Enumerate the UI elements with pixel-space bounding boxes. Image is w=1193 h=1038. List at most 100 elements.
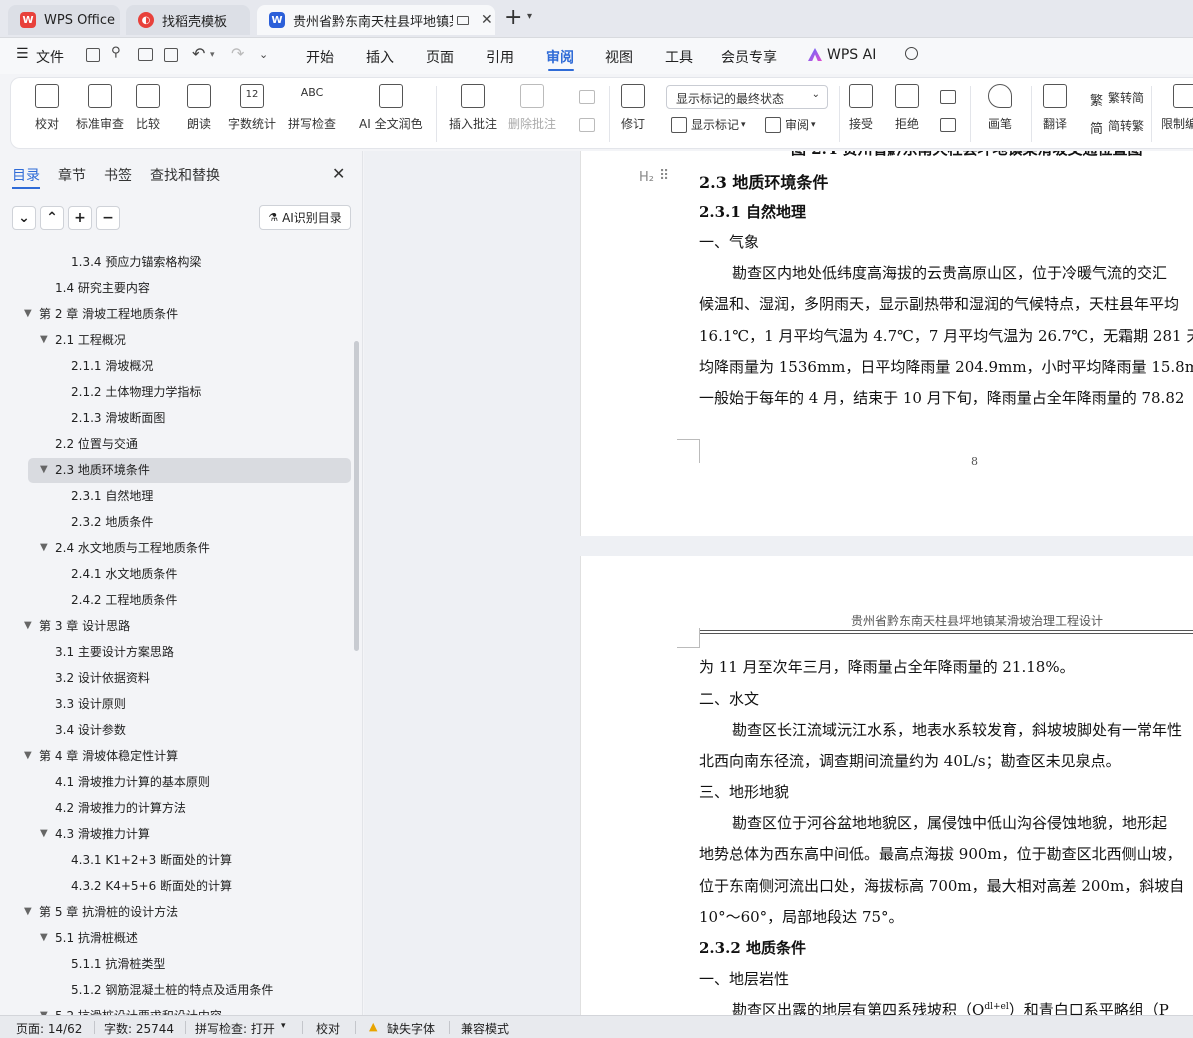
toc-item[interactable]: ▼ 2.4 水文地质与工程地质条件 <box>0 535 355 561</box>
spell-check-status[interactable]: 拼写检查: 打开 <box>195 1020 275 1037</box>
proofread-status[interactable]: 校对 <box>316 1020 340 1037</box>
word-count[interactable]: 字数: 25744 <box>104 1020 174 1037</box>
new-tab-button[interactable]: + <box>504 5 522 30</box>
toc-item[interactable]: ▼ 5.1 抗滑桩概述 <box>0 925 355 951</box>
ai-polish-button[interactable]: AI 全文润色 <box>359 84 423 132</box>
toc-item[interactable]: 3.4 设计参数 <box>0 717 355 743</box>
more-chevron-icon[interactable]: ⌄ <box>259 48 268 61</box>
spell-check-button[interactable]: ABC 拼写检查 <box>288 84 336 132</box>
toc-item[interactable]: 3.2 设计依据资料 <box>0 665 355 691</box>
translate-button[interactable]: 翻译 <box>1043 84 1067 132</box>
expand-arrow-icon[interactable]: ▼ <box>40 1003 48 1015</box>
share-icon[interactable]: ⚲ <box>111 45 121 60</box>
heading-level-marker[interactable]: H₂ <box>639 170 654 185</box>
menu-home[interactable]: 开始 <box>306 47 334 67</box>
expand-arrow-icon[interactable]: ▼ <box>40 925 48 951</box>
toc-item[interactable]: 4.3.2 K4+5+6 断面处的计算 <box>0 873 355 899</box>
word-count-button[interactable]: 12 字数统计 <box>228 84 276 132</box>
expand-arrow-icon[interactable]: ▼ <box>40 327 48 353</box>
toc-item[interactable]: 2.4.1 水文地质条件 <box>0 561 355 587</box>
expand-arrow-icon[interactable]: ▼ <box>40 821 48 847</box>
missing-font-status[interactable]: 缺失字体 <box>387 1020 435 1037</box>
expand-arrow-icon[interactable]: ▼ <box>24 301 32 327</box>
expand-arrow-icon[interactable]: ▼ <box>40 535 48 561</box>
ai-recognize-toc-button[interactable]: ⚗ AI识别目录 <box>259 205 351 230</box>
print-icon[interactable] <box>138 48 153 61</box>
toc-item[interactable]: 3.1 主要设计方案思路 <box>0 639 355 665</box>
expand-arrow-icon[interactable]: ▼ <box>24 743 32 769</box>
traditional-to-simplified-button[interactable]: 繁繁转简 <box>1090 89 1144 109</box>
tab-templates[interactable]: ◐ 找稻壳模板 <box>126 5 250 35</box>
expand-arrow-icon[interactable]: ▼ <box>40 457 48 483</box>
hamburger-icon[interactable]: ☰ <box>16 46 29 62</box>
toc-item[interactable]: 4.3.1 K1+2+3 断面处的计算 <box>0 847 355 873</box>
standard-review-button[interactable]: 标准审查 <box>76 84 124 132</box>
toc-item[interactable]: 2.3.2 地质条件 <box>0 509 355 535</box>
tab-toc[interactable]: 目录 <box>12 165 40 185</box>
toc-item[interactable]: ▼ 第 3 章 设计思路 <box>0 613 355 639</box>
undo-menu-icon[interactable]: ▾ <box>210 50 215 60</box>
remove-heading-button[interactable]: − <box>96 206 120 230</box>
close-tab-icon[interactable]: ✕ <box>481 12 493 28</box>
toc-item[interactable]: 2.3.1 自然地理 <box>0 483 355 509</box>
expand-up-button[interactable]: ⌃ <box>40 206 64 230</box>
insert-comment-button[interactable]: 插入批注 <box>449 84 497 132</box>
expand-arrow-icon[interactable]: ▼ <box>24 613 32 639</box>
toc-item[interactable]: 2.1.3 滑坡断面图 <box>0 405 355 431</box>
previous-comment-icon[interactable] <box>579 90 595 104</box>
page-indicator[interactable]: 页面: 14/62 <box>16 1020 82 1037</box>
toc-item[interactable]: ▼ 第 2 章 滑坡工程地质条件 <box>0 301 355 327</box>
toc-item[interactable]: 1.3.4 预应力锚索格构梁 <box>0 249 355 275</box>
tab-bookmarks[interactable]: 书签 <box>104 165 132 185</box>
restrict-editing-button[interactable]: 限制编辑 <box>1161 84 1193 132</box>
toc-item[interactable]: 3.3 设计原则 <box>0 691 355 717</box>
print-preview-icon[interactable] <box>164 48 178 62</box>
tab-find-replace[interactable]: 查找和替换 <box>150 165 220 185</box>
review-pane-button[interactable]: 审阅 ▾ <box>765 116 816 133</box>
menu-file[interactable]: 文件 <box>36 47 64 67</box>
toc-scrollbar[interactable] <box>354 341 359 651</box>
toc-item[interactable]: 1.4 研究主要内容 <box>0 275 355 301</box>
chevron-down-icon[interactable]: ▾ <box>527 11 532 22</box>
expand-arrow-icon[interactable]: ▼ <box>24 899 32 925</box>
markup-display-select[interactable]: 显示标记的最终状态 ⌄ <box>666 85 828 109</box>
toc-item[interactable]: ▼ 5.2 抗滑桩设计要求和设计内容 <box>0 1003 355 1015</box>
toc-item[interactable]: ▼ 第 4 章 滑坡体稳定性计算 <box>0 743 355 769</box>
menu-review[interactable]: 审阅 <box>546 47 574 67</box>
delete-comment-button[interactable]: 删除批注 <box>508 84 556 132</box>
next-change-icon[interactable] <box>940 118 956 132</box>
toc-item[interactable]: ▼ 第 5 章 抗滑桩的设计方法 <box>0 899 355 925</box>
menu-tools[interactable]: 工具 <box>665 47 693 67</box>
read-aloud-button[interactable]: 朗读 <box>187 84 211 132</box>
proofread-button[interactable]: 校对 <box>35 84 59 132</box>
toc-item[interactable]: 5.1.1 抗滑桩类型 <box>0 951 355 977</box>
pen-button[interactable]: 画笔 <box>988 84 1012 132</box>
compare-button[interactable]: 比较 <box>136 84 160 132</box>
drag-handle-icon[interactable]: ⠿ <box>659 168 669 184</box>
menu-member[interactable]: 会员专享 <box>721 47 777 67</box>
toc-item[interactable]: ▼ 2.1 工程概况 <box>0 327 355 353</box>
tab-chapters[interactable]: 章节 <box>58 165 86 185</box>
tab-wps-office[interactable]: W WPS Office <box>8 5 120 35</box>
toc-item[interactable]: 2.4.2 工程地质条件 <box>0 587 355 613</box>
close-pane-icon[interactable]: ✕ <box>332 164 345 183</box>
undo-icon[interactable]: ↶ <box>192 44 205 63</box>
search-icon[interactable] <box>905 47 918 60</box>
show-markup-button[interactable]: 显示标记 ▾ <box>671 116 746 133</box>
menu-references[interactable]: 引用 <box>486 47 514 67</box>
monitor-icon[interactable] <box>457 15 469 25</box>
save-icon[interactable] <box>86 48 100 62</box>
add-heading-button[interactable]: + <box>68 206 92 230</box>
accept-button[interactable]: 接受 <box>849 84 873 132</box>
menu-wps-ai[interactable]: WPS AI <box>827 47 876 63</box>
previous-change-icon[interactable] <box>940 90 956 104</box>
toc-item[interactable]: ▼ 4.3 滑坡推力计算 <box>0 821 355 847</box>
toc-item[interactable]: 2.1.2 土体物理力学指标 <box>0 379 355 405</box>
toc-item[interactable]: 2.1.1 滑坡概况 <box>0 353 355 379</box>
track-changes-button[interactable]: 修订 <box>621 84 645 132</box>
collapse-all-button[interactable]: ⌄ <box>12 206 36 230</box>
toc-item[interactable]: 4.2 滑坡推力的计算方法 <box>0 795 355 821</box>
toc-item[interactable]: 5.1.2 钢筋混凝土桩的特点及适用条件 <box>0 977 355 1003</box>
next-comment-icon[interactable] <box>579 118 595 132</box>
toc-item[interactable]: 4.1 滑坡推力计算的基本原则 <box>0 769 355 795</box>
